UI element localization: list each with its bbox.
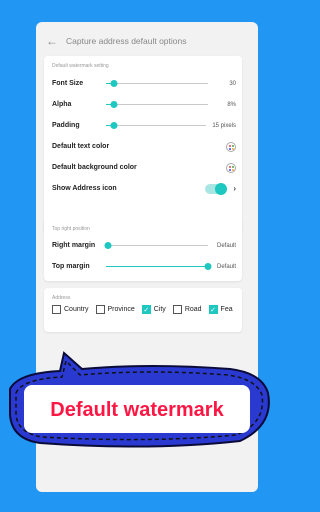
slider-thumb[interactable] — [110, 101, 118, 108]
checkbox[interactable] — [95, 305, 105, 314]
arrow-left-icon[interactable]: ← — [46, 34, 58, 48]
watermark-text: Default watermark — [50, 399, 224, 421]
top-margin-row: Top margin Default — [44, 256, 242, 277]
right-margin-slider[interactable] — [104, 241, 208, 251]
checkbox-label: City — [153, 306, 166, 313]
top-margin-label: Top margin — [52, 263, 90, 270]
checkbox[interactable] — [52, 305, 61, 314]
padding-label: Padding — [52, 122, 80, 129]
font-size-label: Font Size — [52, 80, 84, 87]
text-color-row[interactable]: Default text color — [44, 136, 242, 157]
country-checkbox-item[interactable]: Country — [52, 305, 89, 314]
font-size-slider[interactable] — [106, 79, 208, 89]
slider-thumb[interactable] — [110, 122, 118, 129]
padding-slider[interactable] — [106, 121, 207, 131]
watermark-demo-banner: Default watermark — [0, 345, 288, 455]
palette-icon[interactable] — [226, 162, 236, 173]
watermark-settings-card: Default watermark setting Font Size 30 A… — [44, 56, 242, 232]
checkbox[interactable] — [172, 305, 182, 314]
checkbox-label: Country — [64, 306, 89, 313]
checkbox-label: Road — [184, 306, 202, 313]
page-title: Capture address default options — [66, 36, 187, 46]
padding-value: 15 pixels — [212, 122, 236, 129]
slider-thumb[interactable] — [204, 263, 212, 270]
right-margin-row: Right margin Default — [44, 235, 242, 256]
city-checkbox-item[interactable]: ✓ City — [141, 305, 166, 314]
text-color-label: Default text color — [52, 143, 110, 150]
background-color-row[interactable]: Default background color — [44, 157, 242, 178]
address-card: Address Country Province ✓ City Road ✓ F… — [44, 288, 242, 332]
show-icon-toggle[interactable] — [205, 182, 228, 195]
checkbox-checked[interactable]: ✓ — [141, 305, 151, 314]
alpha-slider[interactable] — [106, 100, 208, 110]
watermark-banner-shape: Default watermark — [9, 351, 270, 448]
slider-thumb[interactable] — [110, 80, 118, 87]
font-size-value: 30 — [229, 80, 236, 87]
province-checkbox-item[interactable]: Province — [95, 305, 135, 314]
chevron-right-icon[interactable]: › — [233, 184, 236, 193]
road-checkbox-item[interactable]: Road — [172, 305, 202, 314]
checkbox-label: Fea — [220, 306, 233, 313]
card-title: Address — [52, 295, 71, 301]
app-header: ← Capture address default options — [36, 22, 258, 60]
padding-row: Padding 15 pixels — [44, 115, 242, 136]
address-options: Country Province ✓ City Road ✓ Fea — [44, 301, 242, 314]
show-address-icon-row[interactable]: Show Address icon › — [44, 178, 242, 199]
font-size-row: Font Size 30 — [44, 73, 242, 94]
feature-checkbox-item[interactable]: ✓ Fea — [208, 305, 233, 314]
alpha-row: Alpha 8% — [44, 94, 242, 115]
palette-icon[interactable] — [226, 141, 236, 152]
card-title: Default watermark setting — [52, 63, 109, 69]
alpha-label: Alpha — [52, 101, 72, 108]
top-margin-slider[interactable] — [106, 262, 212, 272]
checkbox-checked[interactable]: ✓ — [208, 305, 218, 314]
top-margin-value: Default — [216, 263, 236, 270]
right-margin-value: Default — [216, 242, 236, 249]
position-card: Top right position Right margin Default … — [44, 219, 242, 281]
slider-thumb[interactable] — [104, 242, 112, 249]
background-color-label: Default background color — [52, 164, 137, 171]
checkbox-label: Province — [107, 306, 135, 313]
alpha-value: 8% — [227, 101, 236, 108]
right-margin-label: Right margin — [52, 242, 96, 249]
show-address-icon-label: Show Address icon — [52, 185, 117, 192]
card-title: Top right position — [52, 226, 90, 232]
